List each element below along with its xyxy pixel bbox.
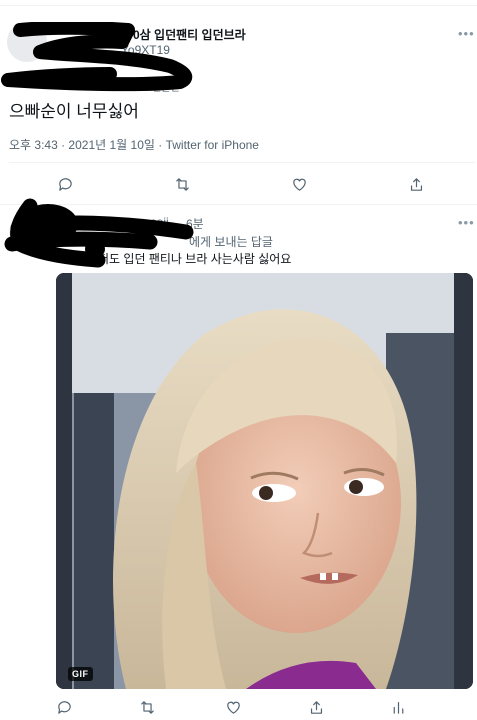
tweet-text: 으빠순이 너무싫어 <box>9 102 139 121</box>
redaction-scribble <box>1 22 193 92</box>
gif-badge: GIF <box>68 667 93 681</box>
gif-image <box>56 273 473 689</box>
share-button[interactable] <box>404 174 428 194</box>
comment-icon <box>57 700 71 714</box>
reply-more-options-icon[interactable]: ••• <box>458 216 475 229</box>
like-icon <box>292 178 306 191</box>
analytics-icon <box>393 701 403 714</box>
retweet-icon <box>140 700 154 714</box>
top-separator <box>0 5 477 6</box>
reply-retweet-button[interactable] <box>135 698 159 716</box>
retweet-button[interactable] <box>170 174 194 194</box>
redaction-scribble <box>4 198 194 268</box>
share-icon <box>410 177 422 191</box>
more-options-icon[interactable]: ••• <box>458 27 475 40</box>
share-icon <box>310 700 322 714</box>
tweet-meta[interactable]: 오후 3:43 · 2021년 1월 10일 · Twitter for iPh… <box>9 136 259 153</box>
reply-analytics-button[interactable] <box>386 698 410 716</box>
comment-icon <box>58 177 72 191</box>
gif-media[interactable]: GIF <box>56 273 473 689</box>
replying-to: 에게 보내는 답글 <box>189 235 273 249</box>
reply-share-button[interactable] <box>304 698 328 716</box>
like-icon <box>226 701 240 714</box>
like-button[interactable] <box>287 174 311 194</box>
reply-comment-button[interactable] <box>52 698 76 716</box>
divider <box>9 162 475 163</box>
comment-button[interactable] <box>53 174 77 194</box>
retweet-icon <box>175 177 189 191</box>
reply-like-button[interactable] <box>221 698 245 716</box>
